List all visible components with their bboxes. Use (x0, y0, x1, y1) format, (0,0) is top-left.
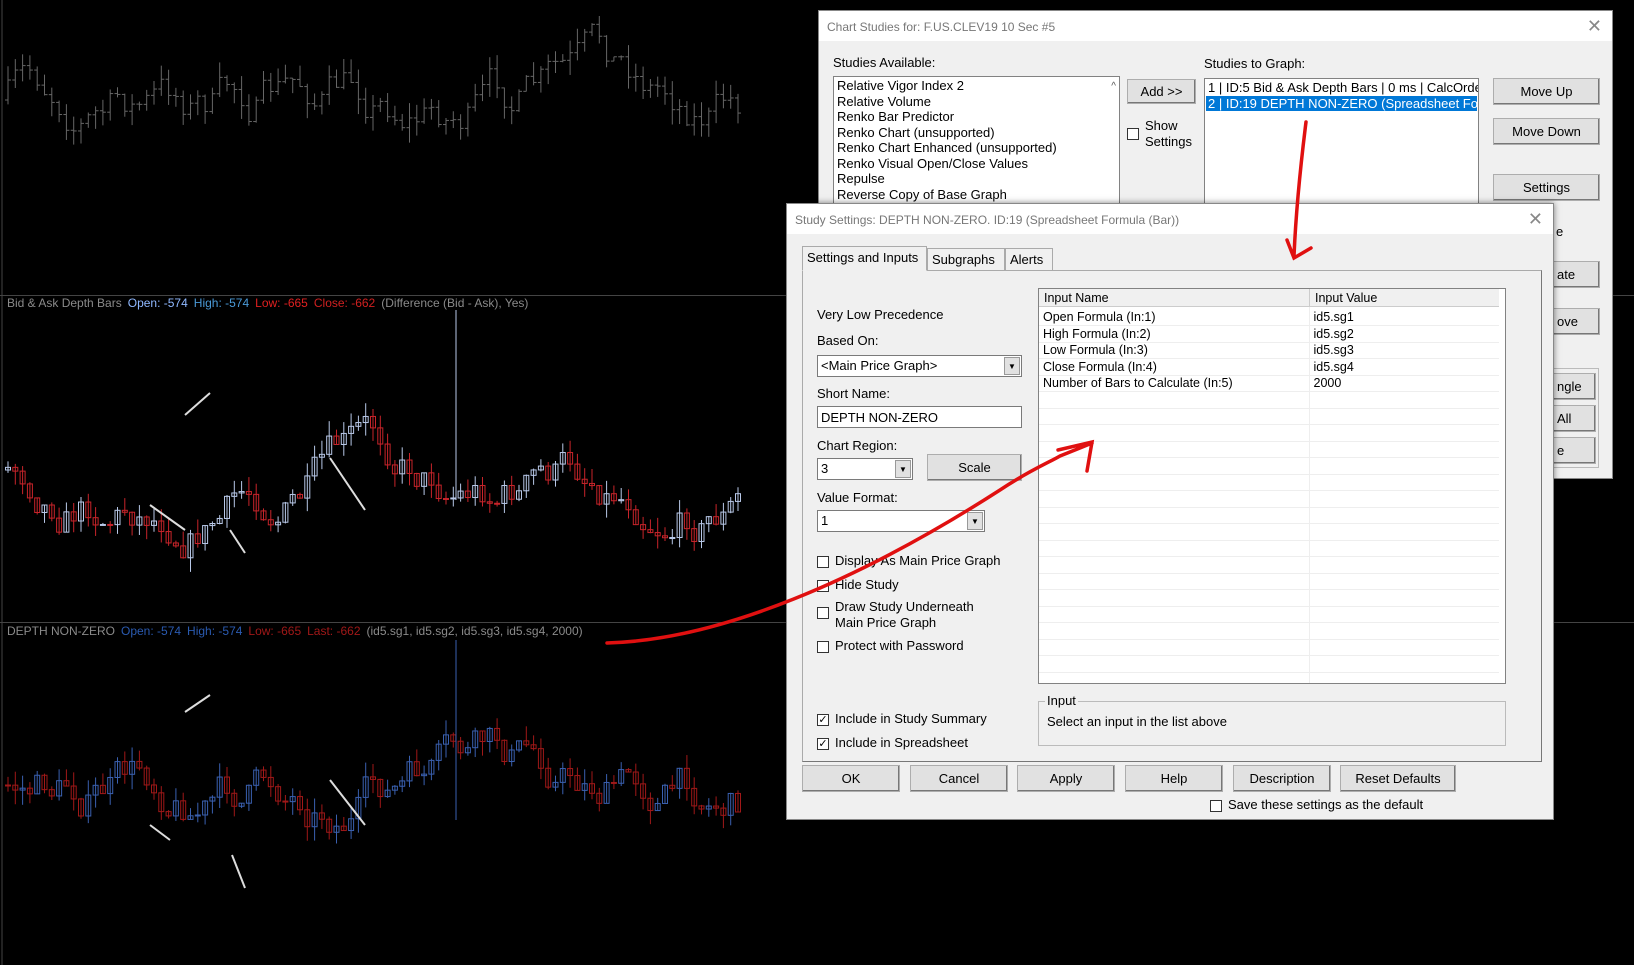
tab-settings-and-inputs[interactable]: Settings and Inputs (802, 246, 927, 271)
annotation-layer (605, 120, 1313, 645)
annotation-arrow (605, 439, 1095, 645)
annotation-arrow (1285, 120, 1313, 261)
